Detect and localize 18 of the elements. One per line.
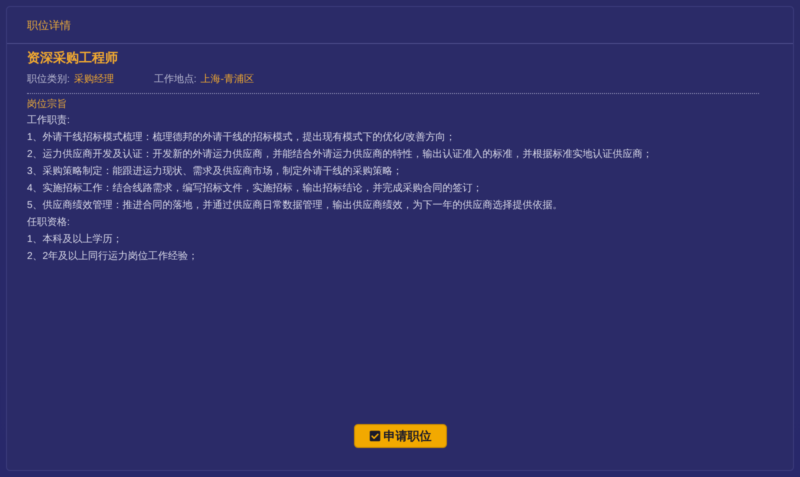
description-line: 1、外请干线招标模式梳理：梳理德邦的外请干线的招标模式，提出现有模式下的优化/改善方向； <box>27 130 456 144</box>
description-heading: 岗位宗旨 <box>27 98 68 112</box>
apply-button[interactable]: 申请职位 <box>354 424 446 448</box>
job-title: 资深采购工程师 <box>27 49 119 67</box>
meta-label: 职位类别: <box>27 72 70 86</box>
description-line: 2、2年及以上同行运力岗位工作经验； <box>27 250 200 264</box>
meta-value: 上海-青浦区 <box>200 72 254 86</box>
description-line: 2、运力供应商开发及认证：开发新的外请运力供应商，并能结合外请运力供应商的特性，输出认证准入的标准，并根据标准实地认证供应商； <box>27 148 654 162</box>
description-line: 3、采购策略制定：能跟进运力现状、需求及供应商市场，制定外请干线的采购策略； <box>27 164 404 178</box>
meta-value: 采购经理 <box>74 72 114 86</box>
checkbox-icon <box>368 430 380 442</box>
description-line: 4、实施招标工作：结合线路需求，编写招标文件，实施招标，输出招标结论，并完成采购合同的签订； <box>27 182 484 196</box>
description-line: 任职资格: <box>27 216 71 230</box>
description-line: 1、本科及以上学历； <box>27 232 124 246</box>
description-line: 工作职责: <box>27 114 71 128</box>
description-line: 5、供应商绩效管理：推进合同的落地，并通过供应商日常数据管理，输出供应商绩效，为下一年的供应商选择提供依据。 <box>27 198 564 212</box>
section-title: 职位详情 <box>27 20 71 32</box>
meta-label: 工作地点: <box>154 72 197 86</box>
